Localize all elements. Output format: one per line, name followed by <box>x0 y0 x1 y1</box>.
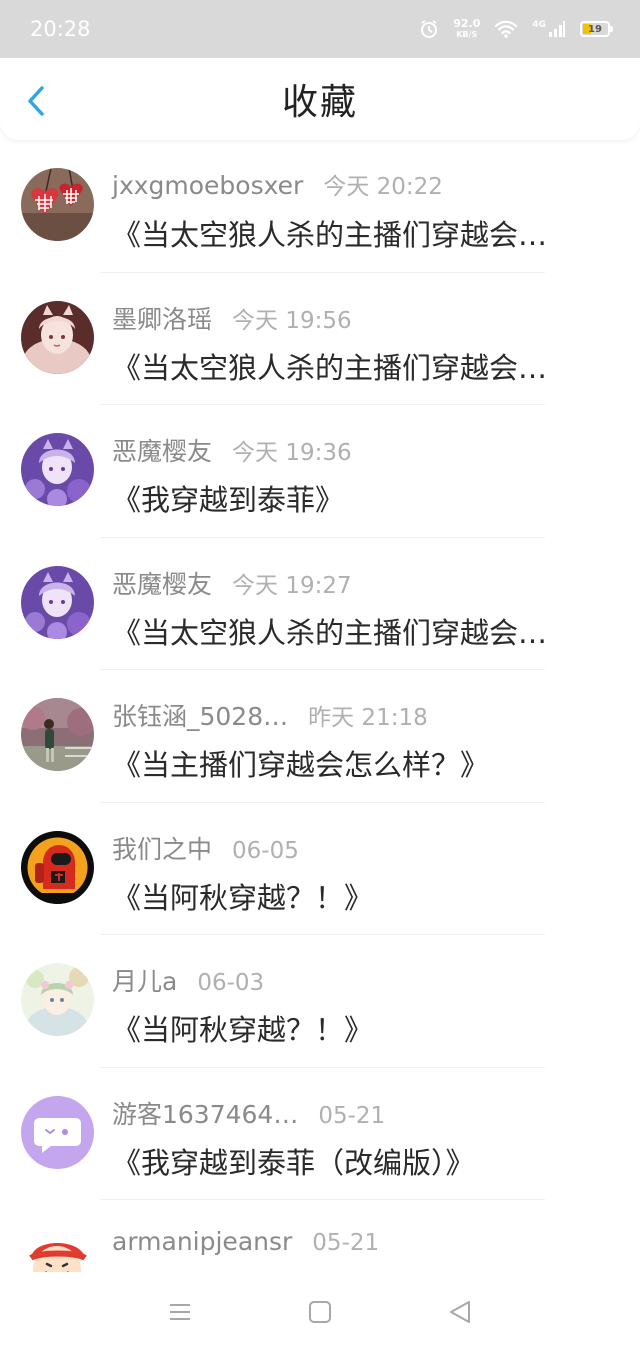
item-meta: 墨卿洛瑶 今天 19:56 <box>112 300 352 336</box>
timestamp: 今天 19:56 <box>232 307 352 334</box>
item-meta: 张钰涵_5028… 昨天 21:18 <box>112 697 428 733</box>
avatar[interactable] <box>21 433 94 506</box>
network-type: 4G <box>532 20 546 30</box>
list-item[interactable]: 恶魔樱友 今天 19:27 《当太空狼人杀的主播们穿越会… <box>0 538 640 670</box>
username[interactable]: 我们之中 <box>112 830 212 866</box>
avatar[interactable] <box>21 1095 94 1169</box>
signal-icon: 4G <box>532 20 566 38</box>
system-nav-bar <box>0 1272 640 1351</box>
avatar[interactable] <box>21 830 94 904</box>
timestamp: 今天 20:22 <box>323 174 443 200</box>
username[interactable]: armanipjeansr <box>112 1227 292 1256</box>
wifi-icon <box>494 20 518 38</box>
status-bar: 20:28 92.0 KB/S 4G 19 <box>0 0 640 58</box>
username[interactable]: jxxgmoebosxer <box>112 171 303 200</box>
username[interactable]: 恶魔樱友 <box>112 565 212 601</box>
list-item[interactable]: 游客1637464… 05-21 《我穿越到泰菲（改编版）》 <box>0 1068 640 1200</box>
favorites-list[interactable]: jxxgmoebosxer 今天 20:22 《当太空狼人杀的主播们穿越会… 墨… <box>0 140 640 1272</box>
timestamp: 06-05 <box>232 837 299 864</box>
story-title[interactable]: 《我穿越到泰菲（改编版）》 <box>112 1140 612 1182</box>
triangle-back-icon <box>450 1300 470 1323</box>
item-meta: armanipjeansr 05-21 <box>112 1227 379 1256</box>
network-speed: 92.0 KB/S <box>453 18 480 40</box>
list-item[interactable]: 我们之中 06-05 《当阿秋穿越？！》 <box>0 803 640 935</box>
story-title[interactable]: 《当阿秋穿越？！》 <box>112 875 612 917</box>
story-title[interactable]: 《当阿秋穿越？！》 <box>112 1007 612 1049</box>
avatar[interactable] <box>21 565 94 639</box>
battery-level: 19 <box>588 23 602 35</box>
back-button[interactable] <box>22 86 50 116</box>
story-title[interactable]: 《我穿越到泰菲》 <box>112 477 612 519</box>
avatar[interactable] <box>21 963 94 1036</box>
timestamp: 今天 19:27 <box>232 572 352 599</box>
home-button[interactable] <box>290 1292 350 1332</box>
avatar[interactable] <box>21 300 94 374</box>
timestamp: 05-21 <box>318 1102 386 1129</box>
status-icons: 92.0 KB/S 4G 19 <box>419 18 613 40</box>
item-meta: 我们之中 06-05 <box>112 830 299 866</box>
page-title: 收藏 <box>281 82 358 123</box>
network-speed-value: 92.0 <box>453 17 481 30</box>
story-title[interactable]: 《当太空狼人杀的主播们穿越会… <box>112 345 612 387</box>
battery-icon: 19 <box>580 21 613 37</box>
story-title[interactable]: 《当太空狼人杀的主播们穿越会… <box>112 212 612 254</box>
item-meta: 月儿a 06-03 <box>112 962 264 998</box>
avatar[interactable] <box>21 1228 94 1272</box>
item-meta: 游客1637464… 05-21 <box>112 1095 385 1131</box>
story-title[interactable]: 《当太空狼人杀的主播们穿越会… <box>112 610 612 652</box>
username[interactable]: 张钰涵_5028… <box>112 697 288 733</box>
avatar[interactable] <box>21 698 94 771</box>
username[interactable]: 游客1637464… <box>112 1095 298 1131</box>
story-title[interactable]: 《当主播们穿越会怎么样？》 <box>112 742 612 784</box>
list-item[interactable]: jxxgmoebosxer 今天 20:22 《当太空狼人杀的主播们穿越会… <box>0 140 640 273</box>
item-meta: 恶魔樱友 今天 19:36 <box>112 432 352 468</box>
square-icon <box>309 1300 331 1323</box>
username[interactable]: 恶魔樱友 <box>112 432 212 468</box>
username[interactable]: 墨卿洛瑶 <box>112 300 212 336</box>
item-meta: jxxgmoebosxer 今天 20:22 <box>112 167 443 201</box>
list-item[interactable]: 月儿a 06-03 《当阿秋穿越？！》 <box>0 935 640 1068</box>
status-time: 20:28 <box>30 17 91 41</box>
item-meta: 恶魔樱友 今天 19:27 <box>112 565 352 601</box>
app-header: 收藏 <box>0 58 640 140</box>
list-item[interactable]: 张钰涵_5028… 昨天 21:18 《当主播们穿越会怎么样？》 <box>0 670 640 803</box>
username[interactable]: 月儿a <box>112 962 177 998</box>
timestamp: 05-21 <box>312 1230 380 1256</box>
menu-icon <box>170 1303 190 1320</box>
back-nav-button[interactable] <box>430 1292 490 1332</box>
list-item[interactable]: 恶魔樱友 今天 19:36 《我穿越到泰菲》 <box>0 405 640 538</box>
alarm-icon <box>419 19 439 39</box>
avatar[interactable] <box>21 168 94 241</box>
timestamp: 06-03 <box>197 970 265 996</box>
timestamp: 今天 19:36 <box>232 440 352 466</box>
network-speed-unit: KB/S <box>456 30 478 39</box>
chevron-left-icon <box>28 86 44 116</box>
list-item[interactable]: 墨卿洛瑶 今天 19:56 《当太空狼人杀的主播们穿越会… <box>0 273 640 405</box>
timestamp: 昨天 21:18 <box>308 705 428 731</box>
menu-button[interactable] <box>150 1292 210 1332</box>
list-item[interactable]: armanipjeansr 05-21 <box>0 1200 640 1272</box>
